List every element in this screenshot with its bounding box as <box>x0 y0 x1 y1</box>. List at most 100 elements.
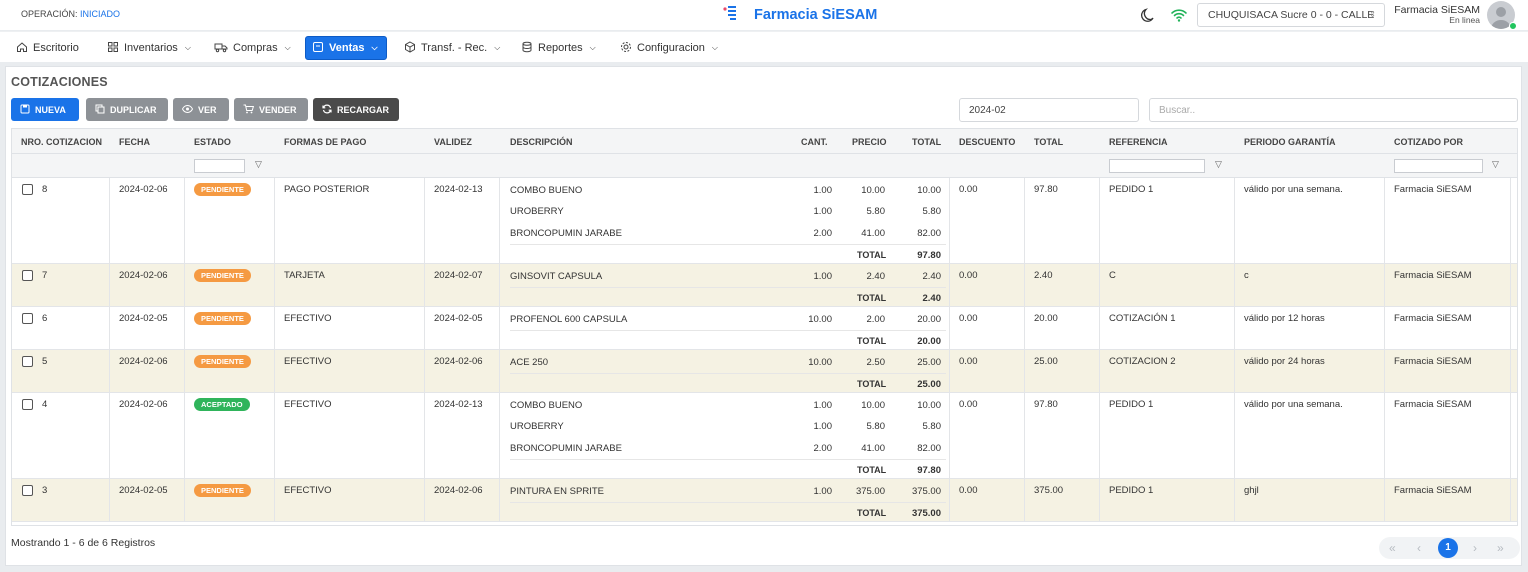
column-divider <box>1384 307 1385 350</box>
column-divider <box>949 264 950 307</box>
col-descripcion[interactable]: DESCRIPCIÓN <box>510 137 573 147</box>
row-checkbox[interactable] <box>22 356 33 367</box>
item-price: 2.40 <box>866 271 886 282</box>
estado-filter-input[interactable] <box>194 159 245 173</box>
first-page-icon[interactable]: « <box>1389 541 1396 555</box>
column-divider <box>1234 178 1235 264</box>
operation-state: INICIADO <box>80 9 121 19</box>
item-total: 10.00 <box>917 400 941 411</box>
item-price: 10.00 <box>861 400 885 411</box>
cell-fecha: 2024-02-06 <box>119 399 168 410</box>
column-divider <box>1234 307 1235 350</box>
last-page-icon[interactable]: » <box>1497 541 1504 555</box>
row-checkbox[interactable] <box>22 399 33 410</box>
row-checkbox[interactable] <box>22 313 33 324</box>
column-divider <box>184 264 185 307</box>
table-row[interactable]: 3 2024-02-05 PENDIENTE EFECTIVO 2024-02-06 PI… <box>12 479 1517 522</box>
filter-icon[interactable]: ▽ <box>1215 159 1222 170</box>
item-total: 375.00 <box>911 486 941 497</box>
page-title: COTIZACIONES <box>11 75 108 89</box>
col-fecha[interactable]: FECHA <box>119 137 150 147</box>
nav-escritorio[interactable]: Escritorio <box>10 37 85 59</box>
cell-validez: 2024-02-06 <box>434 356 483 367</box>
column-divider <box>109 350 110 393</box>
search-input[interactable]: Buscar.. <box>1149 98 1518 122</box>
nav-inventarios[interactable]: Inventarios ⌵ <box>101 37 197 59</box>
column-divider <box>1384 350 1385 393</box>
filter-icon[interactable]: ▽ <box>255 159 262 170</box>
page-button-current[interactable]: 1 <box>1438 538 1458 558</box>
col-cotizado[interactable]: COTIZADO POR <box>1394 137 1463 147</box>
column-divider <box>1384 264 1385 307</box>
branch-value: CHUQUISACA Sucre 0 - 0 - CALLE <box>1208 9 1375 21</box>
nav-label: Ventas <box>329 42 365 54</box>
view-button[interactable]: VER <box>173 98 229 121</box>
duplicate-button[interactable]: DUPLICAR <box>86 98 168 121</box>
column-divider <box>1384 393 1385 479</box>
table-row[interactable]: 5 2024-02-06 PENDIENTE EFECTIVO 2024-02-06 AC… <box>12 350 1517 393</box>
item-description: BRONCOPUMIN JARABE <box>510 443 622 454</box>
col-total-item[interactable]: TOTAL <box>912 137 941 147</box>
col-nro[interactable]: NRO. COTIZACION <box>21 137 102 147</box>
table-row[interactable]: 6 2024-02-05 PENDIENTE EFECTIVO 2024-02-05 PR… <box>12 307 1517 350</box>
period-input[interactable]: 2024-02 <box>959 98 1139 122</box>
table-row[interactable]: 8 2024-02-06 PENDIENTE PAGO POSTERIOR 2024-0… <box>12 178 1517 264</box>
filter-icon[interactable]: ▽ <box>1492 159 1499 170</box>
row-checkbox[interactable] <box>22 184 33 195</box>
column-divider <box>274 178 275 264</box>
nav-configuracion[interactable]: Configuracion ⌵ <box>614 37 724 59</box>
app-title: Farmacia SiESAM <box>754 6 878 23</box>
sell-button[interactable]: VENDER <box>234 98 308 121</box>
chevron-down-icon: ⌵ <box>494 43 501 52</box>
col-estado[interactable]: ESTADO <box>194 137 231 147</box>
col-precio[interactable]: PRECIO <box>852 137 887 147</box>
item-total: 82.00 <box>917 228 941 239</box>
column-divider <box>184 393 185 479</box>
col-descuento[interactable]: DESCUENTO <box>959 137 1015 147</box>
item-price: 41.00 <box>861 443 885 454</box>
nav-label: Configuracion <box>637 42 705 54</box>
col-garantia[interactable]: PERIODO GARANTÍA <box>1244 137 1336 147</box>
cotizado-filter-input[interactable] <box>1394 159 1483 173</box>
chevron-down-icon: ⇕ <box>1369 10 1376 19</box>
item-quantity: 10.00 <box>808 357 832 368</box>
col-pago[interactable]: FORMAS DE PAGO <box>284 137 366 147</box>
col-total[interactable]: TOTAL <box>1034 137 1063 147</box>
subtotal-value: 375.00 <box>911 508 941 519</box>
online-indicator <box>1509 22 1517 30</box>
col-cant[interactable]: CANT. <box>801 137 828 147</box>
reload-label: RECARGAR <box>337 104 390 115</box>
chevron-down-icon: ⌵ <box>284 43 291 52</box>
refresh-icon <box>322 104 332 116</box>
table-row[interactable]: 7 2024-02-06 PENDIENTE TARJETA 2024-02-07 GIN… <box>12 264 1517 307</box>
col-validez[interactable]: VALIDEZ <box>434 137 472 147</box>
row-checkbox[interactable] <box>22 485 33 496</box>
nav-transf[interactable]: Transf. - Rec. ⌵ <box>398 37 506 59</box>
branch-select[interactable]: CHUQUISACA Sucre 0 - 0 - CALLE ⇕ <box>1197 3 1385 27</box>
cell-referencia: C <box>1109 270 1116 281</box>
prev-page-icon[interactable]: ‹ <box>1417 541 1421 555</box>
reload-button[interactable]: RECARGAR <box>313 98 399 121</box>
nav-label: Reportes <box>538 42 583 54</box>
home-icon <box>16 41 28 56</box>
column-divider <box>949 350 950 393</box>
dark-mode-icon[interactable] <box>1140 7 1156 26</box>
new-button[interactable]: NUEVA <box>11 98 79 121</box>
table-row[interactable]: 4 2024-02-06 ACEPTADO EFECTIVO 2024-02-13 COM… <box>12 393 1517 479</box>
subtotal-value: 97.80 <box>917 465 941 476</box>
column-divider <box>499 350 500 393</box>
column-divider <box>949 307 950 350</box>
nav-ventas[interactable]: Ventas ⌵ <box>305 36 387 60</box>
column-divider <box>1024 264 1025 307</box>
column-divider <box>499 393 500 479</box>
next-page-icon[interactable]: › <box>1473 541 1477 555</box>
cell-total: 97.80 <box>1034 399 1058 410</box>
cell-total: 2.40 <box>1034 270 1053 281</box>
column-divider <box>274 307 275 350</box>
nav-compras[interactable]: Compras ⌵ <box>208 37 297 59</box>
row-checkbox[interactable] <box>22 270 33 281</box>
referencia-filter-input[interactable] <box>1109 159 1205 173</box>
cell-referencia: PEDIDO 1 <box>1109 485 1154 496</box>
col-referencia[interactable]: REFERENCIA <box>1109 137 1168 147</box>
nav-reportes[interactable]: Reportes ⌵ <box>515 37 602 59</box>
